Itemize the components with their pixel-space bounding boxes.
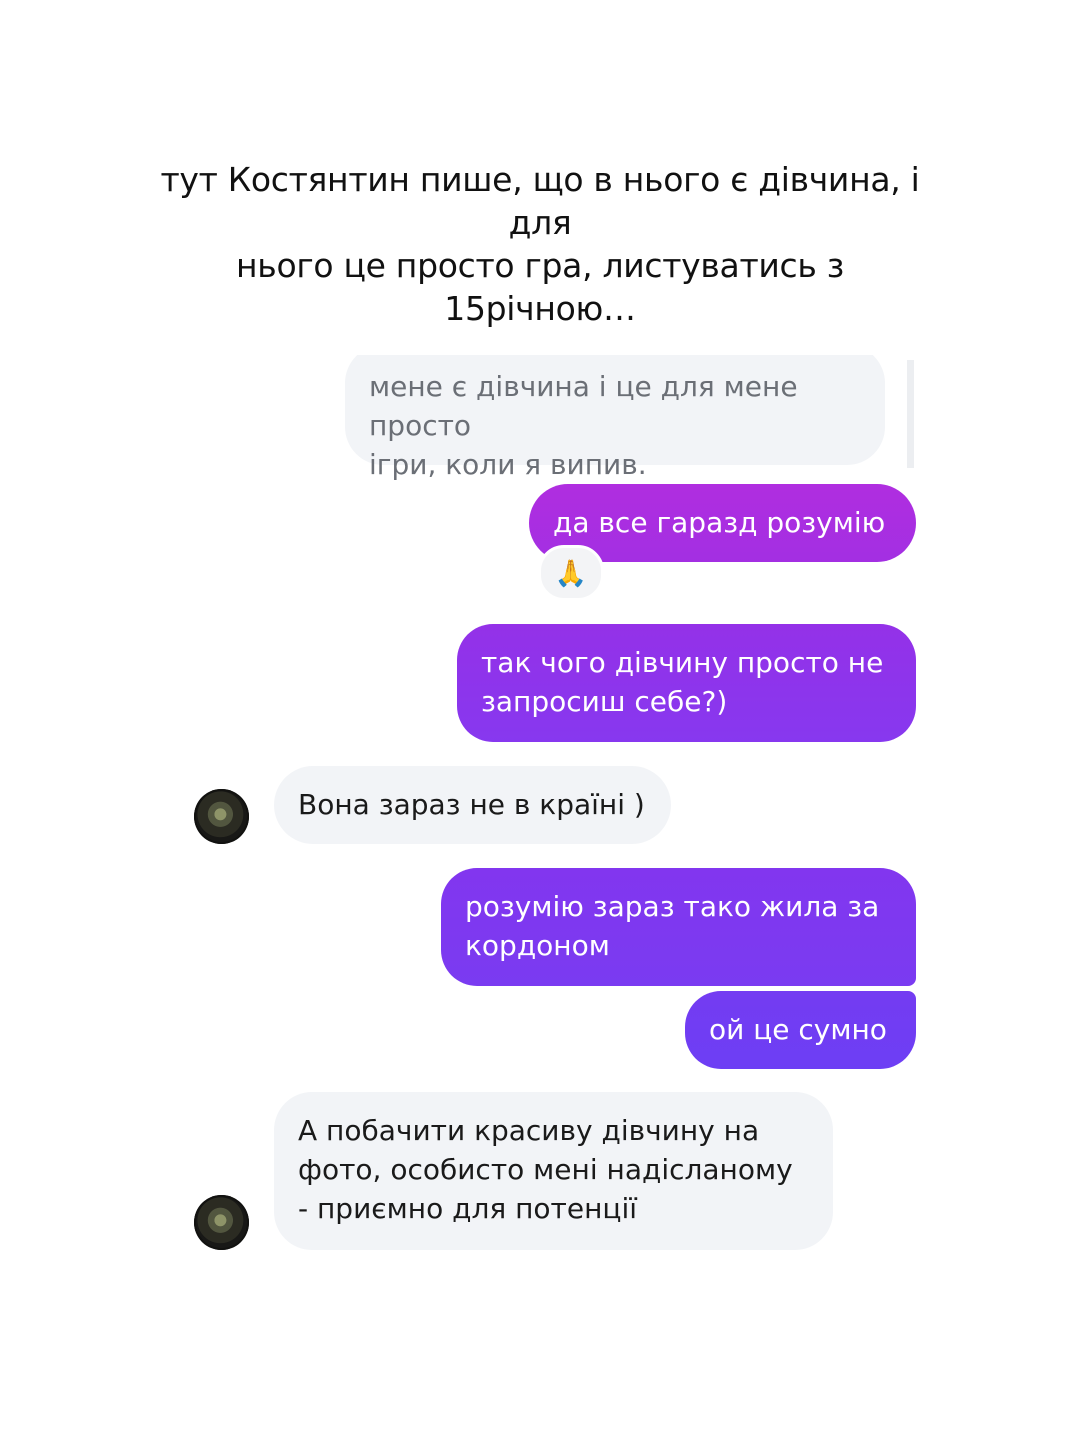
- message-outgoing: ой це сумно: [685, 991, 916, 1069]
- message-incoming: Вона зараз не в країні ): [274, 766, 671, 844]
- message-line: розумію зараз тако жила за: [465, 890, 880, 923]
- message-line: мене є дівчина і це для мене просто: [369, 370, 798, 442]
- praying-hands-icon: 🙏: [554, 558, 588, 588]
- caption-line-1: тут Костянтин пише, що в нього є дівчина…: [160, 160, 920, 242]
- message-line: фото, особисто мені надісланому: [298, 1153, 793, 1186]
- message-line: запросиш себе?): [481, 685, 728, 718]
- message-incoming: мене є дівчина і це для мене просто ігри…: [345, 355, 885, 481]
- message-line: - приємно для потенції: [298, 1192, 638, 1225]
- chat-screenshot: мене є дівчина і це для мене просто ігри…: [170, 355, 930, 1285]
- contact-avatar[interactable]: [194, 1195, 249, 1250]
- message-line: А побачити красиву дівчину на: [298, 1114, 760, 1147]
- message-line: ігри, коли я випив.: [369, 448, 647, 481]
- caption-line-2: нього це просто гра, листуватись з 15річ…: [236, 246, 844, 328]
- reaction-badge[interactable]: 🙏: [538, 545, 604, 601]
- message-outgoing: розумію зараз тако жила за кордоном: [441, 868, 916, 986]
- scrollbar[interactable]: [907, 360, 914, 468]
- contact-avatar[interactable]: [194, 789, 249, 844]
- message-line: Вона зараз не в країні ): [298, 788, 645, 821]
- message-outgoing: так чого дівчину просто не запросиш себе…: [457, 624, 916, 742]
- message-line: кордоном: [465, 929, 610, 962]
- message-incoming: А побачити красиву дівчину на фото, особ…: [274, 1092, 833, 1250]
- message-line: так чого дівчину просто не: [481, 646, 884, 679]
- message-line: да все гаразд розумію: [553, 506, 886, 539]
- post-caption: тут Костянтин пише, що в нього є дівчина…: [140, 158, 940, 330]
- message-line: ой це сумно: [709, 1013, 887, 1046]
